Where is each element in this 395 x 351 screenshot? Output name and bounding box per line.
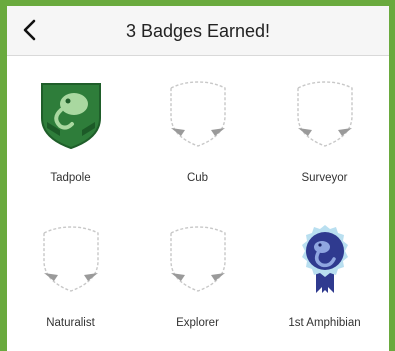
- badge-label: Cub: [186, 172, 209, 184]
- header-bar: 3 Badges Earned!: [7, 6, 389, 56]
- empty-shield-icon: [42, 226, 99, 292]
- amphibian-rosette-icon: [301, 225, 348, 293]
- empty-shield-icon: [169, 81, 226, 147]
- badge-1st-amphibian[interactable]: 1st Amphibian: [261, 201, 388, 341]
- badge-explorer[interactable]: Explorer: [134, 201, 261, 341]
- empty-shield-icon: [169, 226, 226, 292]
- badge-label: 1st Amphibian: [288, 317, 361, 329]
- badge-surveyor[interactable]: Surveyor: [261, 56, 388, 196]
- empty-shield-icon: [296, 81, 353, 147]
- badge-label: Surveyor: [301, 172, 348, 184]
- page-title: 3 Badges Earned!: [125, 21, 271, 41]
- badge-label: Naturalist: [46, 317, 95, 329]
- badge-label: Explorer: [176, 317, 219, 329]
- badge-tadpole[interactable]: Tadpole: [7, 56, 134, 196]
- badge-cub[interactable]: Cub: [134, 56, 261, 196]
- badge-naturalist[interactable]: Naturalist: [7, 201, 134, 341]
- badge-grid: Tadpole Cub Surveyor Naturalist Explorer…: [7, 56, 389, 351]
- tadpole-shield-icon: [40, 83, 101, 150]
- badge-label: Tadpole: [50, 172, 91, 184]
